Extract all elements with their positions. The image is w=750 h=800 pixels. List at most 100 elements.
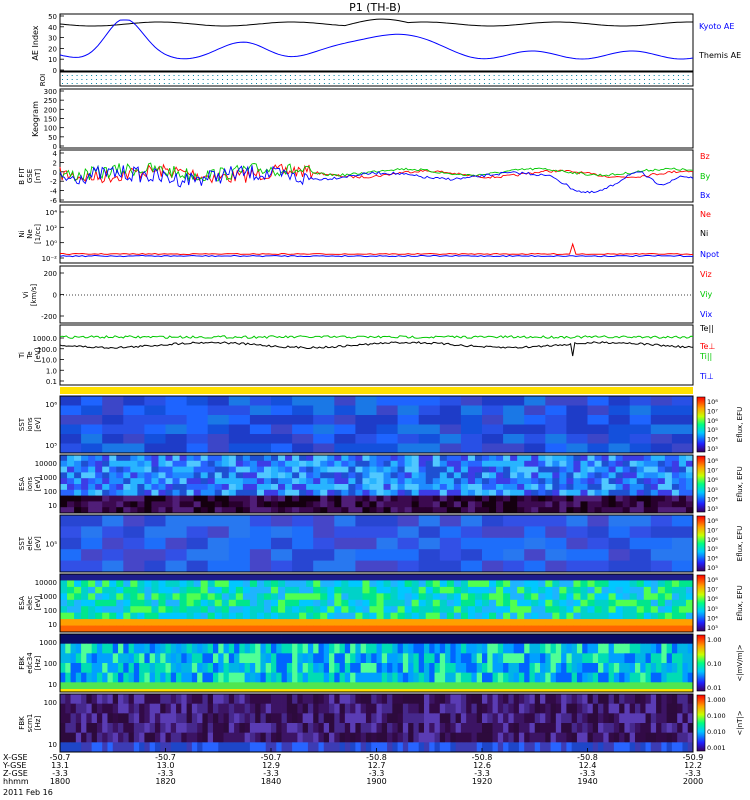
spectrogram-cell [561, 703, 567, 714]
spectrogram-cell [656, 713, 662, 724]
spectrogram-cell [615, 501, 624, 508]
roi-dot [139, 79, 141, 80]
spectrogram-cell [545, 537, 567, 550]
colorbar-tick-label: 0.01 [707, 684, 721, 692]
spectrogram-cell [112, 742, 119, 753]
spectrogram-cell [165, 460, 173, 467]
spectrogram-cell [102, 405, 124, 416]
spectrogram-cell [116, 574, 124, 581]
roi-dot [488, 79, 490, 80]
spectrogram-cell [278, 495, 286, 502]
spectrogram-cell [228, 537, 251, 550]
spectrogram-cell [74, 489, 82, 496]
spectrogram-cell [601, 586, 609, 594]
roi-dot [120, 79, 122, 80]
spectrogram-cell [60, 560, 82, 573]
spectrogram-cell [369, 472, 377, 479]
spectrogram-cell [489, 574, 497, 581]
spectrogram-cell [181, 742, 187, 753]
spectrogram-cell [559, 612, 567, 620]
spectrogram-cell [608, 653, 615, 664]
spectrogram-cell [576, 634, 583, 645]
spectrogram-cell [497, 703, 504, 714]
spectrogram-cell [664, 489, 673, 496]
spectrogram-cell [510, 484, 518, 491]
spectrogram-cell [529, 732, 536, 743]
spectrogram-cell [677, 694, 683, 705]
temp-ylabel: Ti [18, 352, 26, 359]
spectrogram-tick-label: 100 [44, 699, 57, 707]
spectrogram-cell [202, 643, 209, 654]
spectrogram-cell [144, 599, 152, 607]
spectrogram-cell [297, 634, 304, 645]
spectrogram-cell [228, 653, 235, 664]
roi-dot [682, 75, 684, 76]
spectrogram-cell [165, 619, 173, 626]
spectrogram-cell [191, 672, 198, 683]
spectrogram-cell [263, 489, 272, 496]
spectrogram-cell [365, 703, 372, 714]
spectrogram-cell [474, 455, 483, 462]
spectrogram-cell [471, 663, 478, 674]
spectrogram-cell [172, 625, 180, 633]
spectrogram-cell [629, 625, 638, 633]
roi-dot [251, 83, 253, 84]
spectrogram-cell [629, 703, 636, 714]
fbk1-spectrogram-panel: 100010010FBK edc34 [Hz]1.000.100.01<|mV/m|… [18, 633, 744, 693]
spectrogram-cell [545, 643, 551, 654]
spectrogram-cell [650, 694, 657, 705]
spectrogram-cell [67, 599, 75, 607]
spectrogram-cell [191, 694, 198, 705]
spectrogram-cell [661, 643, 668, 654]
spectrogram-cell [369, 599, 377, 607]
spectrogram-cell [179, 489, 187, 496]
spectrogram-cell [402, 634, 409, 645]
spectrogram-cell [439, 515, 462, 527]
spectrogram-cell [123, 560, 145, 573]
spectrogram-cell [348, 478, 356, 485]
spectrogram-cell [503, 612, 511, 620]
time-axis-value: 1920 [472, 777, 492, 786]
roi-dot [81, 75, 83, 76]
spectrogram-cell [489, 606, 497, 614]
spectrogram-cell [334, 526, 356, 539]
spectrogram-cell [446, 612, 455, 620]
spectrogram-cell [65, 653, 71, 664]
spectrogram-cell [355, 606, 363, 614]
spectrogram-cell [404, 586, 413, 594]
spectrogram-cell [292, 405, 314, 416]
spectrogram-ylabel: [eV] [34, 536, 42, 551]
spectrogram-cell [118, 694, 124, 705]
roi-dot [188, 75, 190, 76]
spectrogram-cell [278, 625, 286, 633]
spectrogram-cell [255, 732, 261, 743]
spectrogram-cell [235, 574, 244, 581]
spectrogram-cell [510, 466, 518, 473]
spectrogram-cell [207, 472, 216, 479]
spectrogram-cell [214, 625, 223, 633]
spectrogram-cell [186, 672, 193, 683]
spectrogram-cell [503, 593, 511, 601]
spectrogram-cell [432, 612, 441, 620]
spectrogram-cell [608, 574, 617, 581]
spectrogram-cell [228, 713, 235, 724]
spectrogram-cell [445, 634, 451, 645]
spectrogram-cell [538, 507, 546, 514]
spectrogram-cell [598, 643, 604, 654]
spectrogram-cell [362, 599, 370, 607]
roi-dot [547, 79, 548, 80]
spectrogram-cell [212, 663, 219, 674]
spectrogram-cell [467, 625, 476, 633]
spectrogram-cell [172, 612, 180, 620]
roi-dot [309, 75, 311, 76]
spectrogram-cell [404, 460, 413, 467]
spectrogram-cell [550, 703, 557, 714]
spectrogram-cell [453, 466, 462, 473]
spectrogram-cell [271, 723, 277, 734]
spectrogram-cell [608, 472, 617, 479]
colorbar [696, 455, 706, 513]
spectrogram-cell [423, 634, 430, 645]
spectrogram-cell [371, 694, 377, 705]
spectrogram-cell [450, 653, 457, 664]
spectrogram-cell [255, 694, 261, 705]
